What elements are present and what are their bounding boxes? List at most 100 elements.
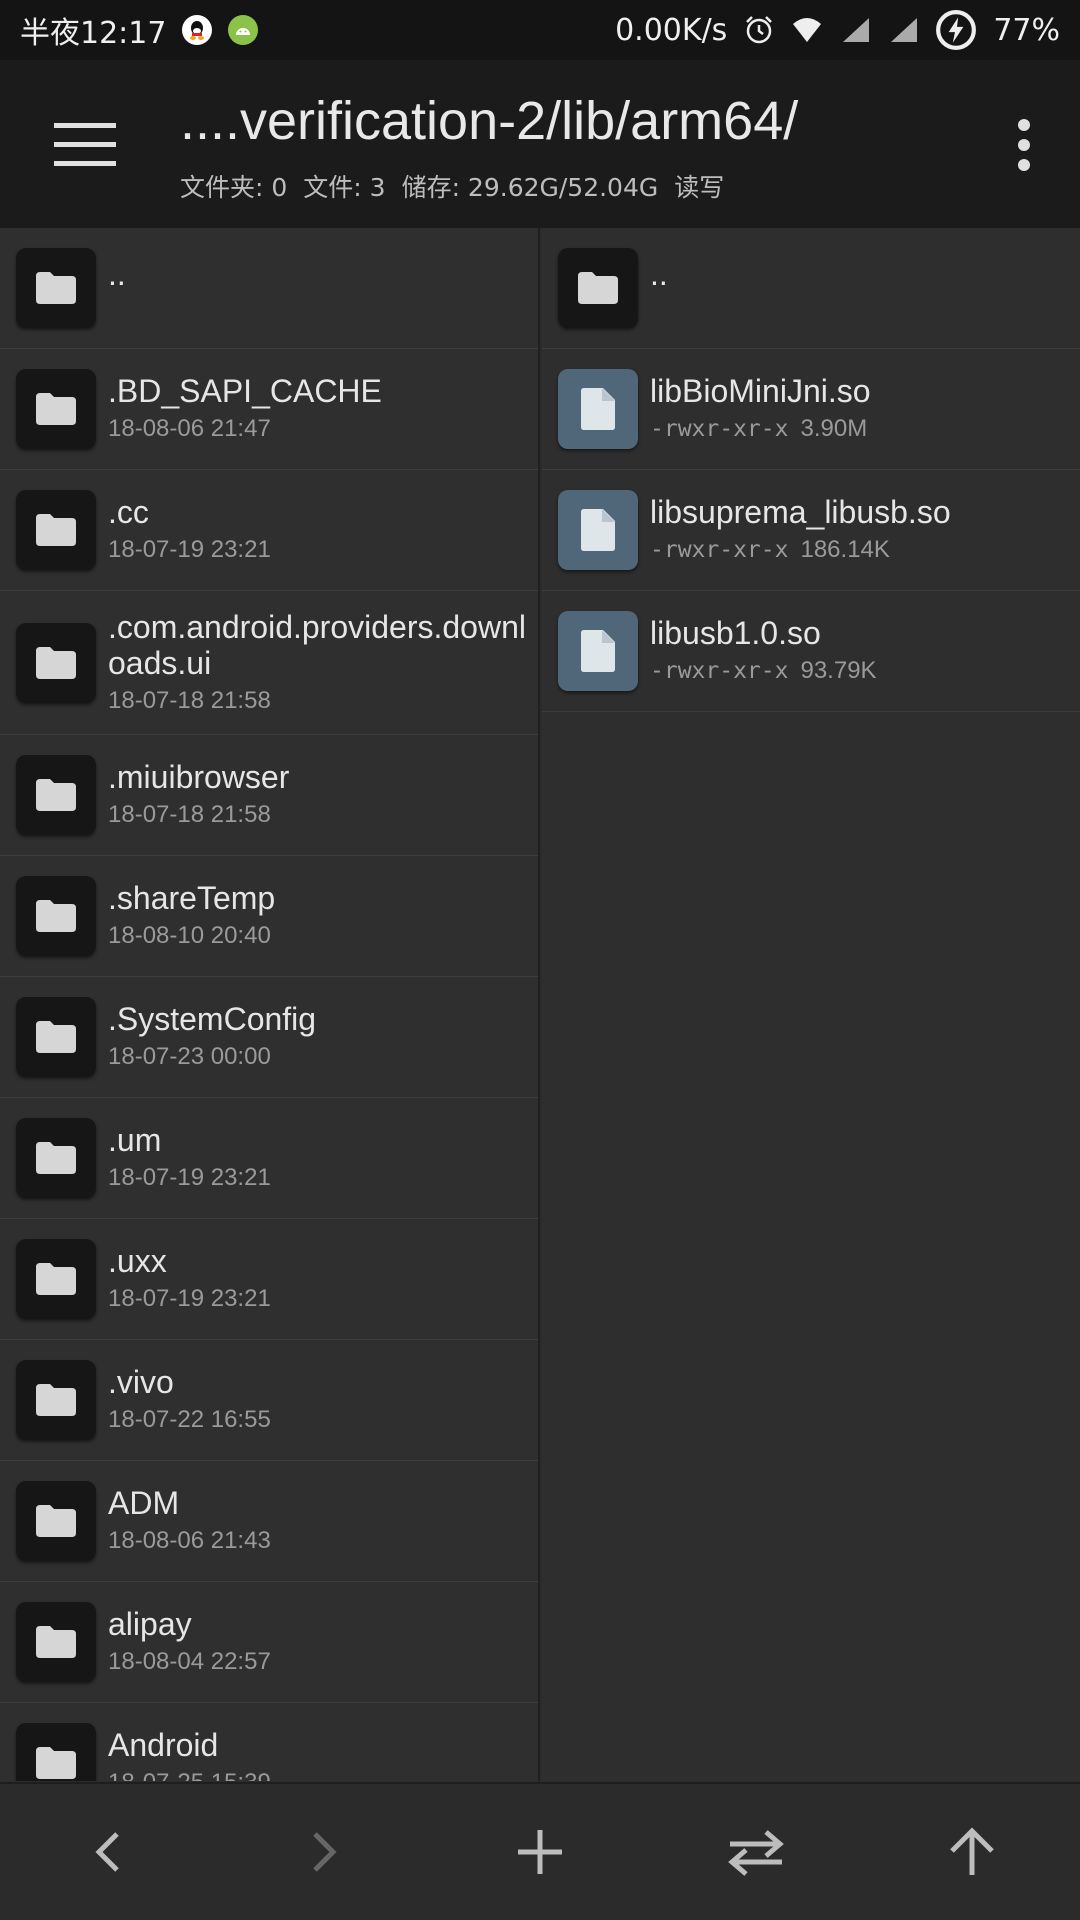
status-bar: 半夜12:17 0.00K/s 77% bbox=[0, 0, 1080, 60]
file-name: .BD_SAPI_CACHE bbox=[108, 373, 382, 409]
parent-directory-button[interactable] bbox=[922, 1802, 1022, 1902]
file-name: .miuibrowser bbox=[108, 759, 290, 795]
folder-row[interactable]: .BD_SAPI_CACHE 18-08-06 21:47 bbox=[0, 349, 538, 470]
file-icon bbox=[558, 490, 638, 570]
modified-date: 18-07-18 21:58 bbox=[108, 801, 271, 828]
android-icon bbox=[228, 15, 259, 45]
file-name: .um bbox=[108, 1122, 162, 1158]
folder-row[interactable]: .cc 18-07-19 23:21 bbox=[0, 470, 538, 591]
modified-date: 18-07-19 23:21 bbox=[108, 1164, 271, 1191]
modified-date: 18-07-19 23:21 bbox=[108, 536, 271, 563]
swap-icon bbox=[728, 1830, 784, 1876]
access-mode: 读写 bbox=[674, 173, 725, 202]
file-name: Android bbox=[108, 1727, 219, 1763]
folder-row[interactable]: .shareTemp 18-08-10 20:40 bbox=[0, 856, 538, 977]
file-name: .com.android.providers.downloads.ui bbox=[108, 609, 526, 681]
folder-icon bbox=[16, 369, 96, 449]
folder-row[interactable]: .miuibrowser 18-07-18 21:58 bbox=[0, 735, 538, 856]
file-name: .shareTemp bbox=[108, 880, 276, 916]
file-icon bbox=[558, 611, 638, 691]
folder-icon bbox=[16, 248, 96, 328]
file-details: -rwxr-xr-x 186.14K bbox=[650, 536, 1070, 564]
bottom-toolbar bbox=[0, 1782, 1080, 1920]
file-name: libusb1.0.so bbox=[650, 615, 821, 651]
charging-icon bbox=[936, 10, 977, 50]
file-name: .. bbox=[108, 256, 126, 292]
forward-button[interactable] bbox=[274, 1802, 374, 1902]
folder-icon bbox=[16, 490, 96, 570]
folder-row[interactable]: Android 18-07-25 15:39 bbox=[0, 1703, 538, 1781]
add-button[interactable] bbox=[490, 1802, 590, 1902]
file-permissions: -rwxr-xr-x bbox=[650, 416, 789, 442]
file-details: -rwxr-xr-x 3.90M bbox=[650, 415, 1070, 443]
qq-icon bbox=[182, 15, 213, 45]
swap-panes-button[interactable] bbox=[706, 1802, 806, 1902]
parent-dir-row[interactable]: .. bbox=[542, 228, 1080, 349]
file-row[interactable]: libBioMiniJni.so -rwxr-xr-x 3.90M bbox=[542, 349, 1080, 470]
folder-row[interactable]: alipay 18-08-04 22:57 bbox=[0, 1582, 538, 1703]
battery-level: 77% bbox=[993, 12, 1060, 48]
folder-icon bbox=[16, 1481, 96, 1561]
modified-date: 18-07-22 16:55 bbox=[108, 1406, 271, 1433]
left-pane[interactable]: .. .BD_SAPI_CACHE 18-08-06 21:47 .cc 18-07-… bbox=[0, 228, 540, 1781]
folder-row[interactable]: .com.android.providers.downloads.ui 18-07… bbox=[0, 591, 538, 735]
storage-info: 储存: 29.62G/52.04G bbox=[401, 173, 659, 202]
back-icon bbox=[95, 1832, 119, 1872]
path-info: 文件夹: 0 文件: 3 储存: 29.62G/52.04G 读写 bbox=[180, 168, 724, 204]
file-size: 93.79K bbox=[800, 657, 877, 684]
modified-date: 18-07-25 15:39 bbox=[108, 1769, 528, 1781]
file-permissions: -rwxr-xr-x bbox=[650, 658, 789, 684]
wifi-icon bbox=[793, 18, 822, 42]
file-name: .uxx bbox=[108, 1243, 167, 1279]
folder-icon bbox=[16, 1239, 96, 1319]
hamburger-icon bbox=[54, 123, 116, 166]
folder-count: 文件夹: 0 bbox=[180, 173, 288, 202]
overflow-menu-button[interactable] bbox=[994, 110, 1054, 180]
up-icon bbox=[950, 1827, 994, 1875]
file-permissions: -rwxr-xr-x bbox=[650, 537, 789, 563]
right-pane[interactable]: .. libBioMiniJni.so -rwxr-xr-x 3.90M libsup… bbox=[542, 228, 1080, 1781]
file-count: 文件: 3 bbox=[303, 173, 386, 202]
folder-icon bbox=[16, 755, 96, 835]
status-time: 半夜12:17 bbox=[20, 16, 167, 51]
current-path: ....verification-2/lib/arm64/ bbox=[180, 91, 799, 151]
modified-date: 18-07-23 00:00 bbox=[108, 1043, 271, 1070]
app-bar: ....verification-2/lib/arm64/ 文件夹: 0 文件:… bbox=[0, 60, 1080, 228]
file-name: ADM bbox=[108, 1485, 180, 1521]
menu-button[interactable] bbox=[40, 110, 130, 180]
folder-row[interactable]: .vivo 18-07-22 16:55 bbox=[0, 1340, 538, 1461]
folder-row[interactable]: .SystemConfig 18-07-23 00:00 bbox=[0, 977, 538, 1098]
folder-row[interactable]: .um 18-07-19 23:21 bbox=[0, 1098, 538, 1219]
folder-icon bbox=[558, 248, 638, 328]
modified-date: 18-08-06 21:43 bbox=[108, 1527, 271, 1554]
folder-icon bbox=[16, 622, 96, 703]
folder-row[interactable]: .uxx 18-07-19 23:21 bbox=[0, 1219, 538, 1340]
file-row[interactable]: libusb1.0.so -rwxr-xr-x 93.79K bbox=[542, 591, 1080, 712]
net-speed: 0.00K/s bbox=[615, 12, 728, 48]
back-button[interactable] bbox=[58, 1802, 158, 1902]
file-name: libBioMiniJni.so bbox=[650, 373, 871, 409]
file-size: 186.14K bbox=[800, 536, 890, 563]
forward-icon bbox=[313, 1832, 337, 1872]
modified-date: 18-08-10 20:40 bbox=[108, 922, 271, 949]
file-size: 3.90M bbox=[800, 415, 868, 442]
file-name: .vivo bbox=[108, 1364, 174, 1400]
folder-icon bbox=[16, 1360, 96, 1440]
file-name: libsuprema_libusb.so bbox=[650, 494, 951, 530]
add-icon bbox=[518, 1830, 562, 1874]
signal-icon bbox=[843, 18, 870, 42]
folder-icon bbox=[16, 1723, 96, 1781]
signal-icon bbox=[891, 18, 918, 42]
folder-icon bbox=[16, 997, 96, 1077]
file-name: alipay bbox=[108, 1606, 192, 1642]
file-row[interactable]: libsuprema_libusb.so -rwxr-xr-x 186.14K bbox=[542, 470, 1080, 591]
file-name: .cc bbox=[108, 494, 149, 530]
file-icon bbox=[558, 369, 638, 449]
alarm-icon bbox=[746, 16, 773, 44]
more-vert-icon bbox=[1018, 119, 1030, 171]
folder-icon bbox=[16, 1602, 96, 1682]
file-name: .. bbox=[650, 256, 668, 292]
parent-dir-row[interactable]: .. bbox=[0, 228, 538, 349]
modified-date: 18-07-18 21:58 bbox=[108, 687, 271, 714]
folder-row[interactable]: ADM 18-08-06 21:43 bbox=[0, 1461, 538, 1582]
